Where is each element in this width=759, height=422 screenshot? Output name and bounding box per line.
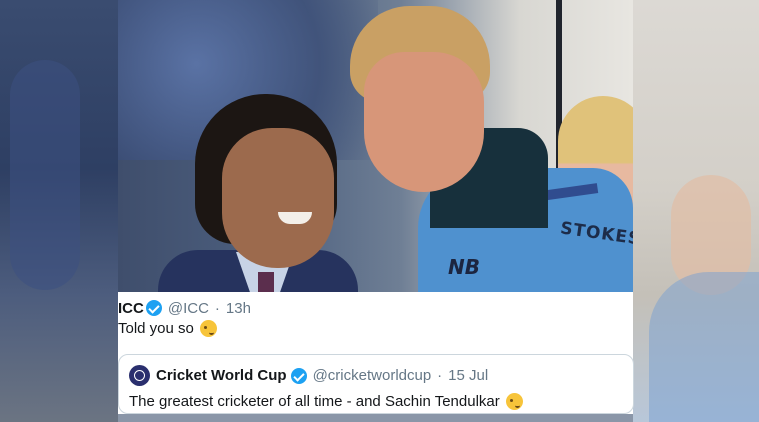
winking-face-icon [199,320,217,337]
verified-badge-icon [145,300,162,316]
quoted-tweet-text-body: The greatest cricketer of all time - and… [129,393,500,410]
blurred-background-right [633,0,759,422]
tweet-card: ICC @ICC · 13h Told you so Cricket World… [118,292,634,414]
quoted-date[interactable]: 15 Jul [448,367,488,384]
verified-badge-icon [290,367,307,384]
tweet-author-name[interactable]: ICC [118,300,144,317]
quoted-separator: · [437,367,443,384]
tweet-text: Told you so [118,320,217,337]
tweet-text-body: Told you so [118,320,194,337]
man-left-face [222,128,334,268]
blurred-background-left [0,0,118,422]
blurred-spectator [671,175,751,295]
jersey-logo: NB [448,255,480,279]
quoted-author-handle[interactable]: @cricketworldcup [313,367,432,384]
tweet-photo[interactable]: STOKES NB [118,0,633,292]
tie [258,272,274,292]
tweet-author-handle[interactable]: @ICC [168,300,209,317]
quoted-tweet[interactable]: Cricket World Cup @cricketworldcup · 15 … [118,354,634,414]
man-right-face [364,52,484,192]
quoted-tweet-text: The greatest cricketer of all time - and… [129,393,523,410]
winking-face-icon [505,393,523,410]
quoted-tweet-header: Cricket World Cup @cricketworldcup · 15 … [129,365,488,386]
tweet-header: ICC @ICC · 13h [118,298,251,318]
quoted-author-name[interactable]: Cricket World Cup [156,367,287,384]
tweet-timestamp[interactable]: 13h [226,300,251,317]
avatar[interactable] [129,365,150,386]
tweet-separator: · [214,299,220,317]
